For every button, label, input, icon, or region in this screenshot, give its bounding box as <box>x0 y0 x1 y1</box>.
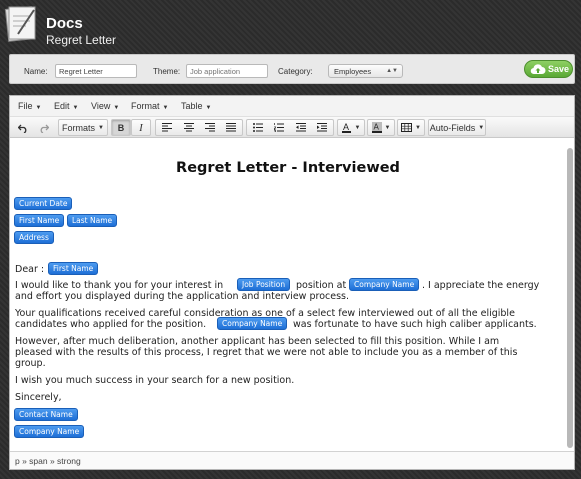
field-address[interactable]: Address <box>14 231 54 244</box>
outdent-icon <box>296 123 306 132</box>
field-current-date[interactable]: Current Date <box>14 197 73 210</box>
paragraph-text: I would like to thank you for your inter… <box>15 280 224 291</box>
theme-input[interactable] <box>186 64 268 78</box>
bold-icon: B <box>117 122 125 133</box>
field-job-position[interactable]: Job Position <box>237 278 291 291</box>
app-header: Docs Regret Letter <box>0 0 581 48</box>
field-company-name[interactable]: Company Name <box>217 317 288 330</box>
bullet-list-icon <box>253 123 263 132</box>
align-justify-icon <box>226 123 236 132</box>
field-last-name[interactable]: Last Name <box>67 214 118 227</box>
paragraph-text: candidates who applied for the position. <box>15 319 207 330</box>
numbered-list-icon <box>274 123 284 132</box>
paragraph-text: . I appreciate the energy <box>422 280 540 291</box>
closing-text: Sincerely, <box>15 392 62 403</box>
category-label: Category: <box>278 67 313 76</box>
paragraph-text: and effort you displayed during the appl… <box>15 291 349 302</box>
auto-fields-dropdown[interactable]: Auto-Fields ▼ <box>428 119 486 136</box>
menu-view[interactable]: View ▼ <box>91 101 119 111</box>
paragraph-text: However, after much deliberation, anothe… <box>15 336 500 347</box>
document-logo-icon <box>4 6 36 42</box>
redo-icon <box>40 124 49 133</box>
save-button[interactable]: Save <box>524 60 573 78</box>
align-right-button[interactable] <box>199 119 221 136</box>
menu-file[interactable]: File ▼ <box>18 101 41 111</box>
field-first-name[interactable]: First Name <box>14 214 65 227</box>
align-left-icon <box>162 123 172 132</box>
outdent-button[interactable] <box>290 119 312 136</box>
paragraph-text: pleased with the results of this process… <box>15 347 518 358</box>
svg-text:A: A <box>343 122 349 132</box>
save-label: Save <box>548 64 570 74</box>
align-center-icon <box>184 123 194 132</box>
paragraph-text: I wish you much success in your search f… <box>15 375 295 386</box>
editor-menubar: File ▼ Edit ▼ View ▼ Format ▼ Table ▼ <box>10 96 574 117</box>
align-center-button[interactable] <box>178 119 200 136</box>
table-button[interactable]: ▼ <box>397 119 425 136</box>
app-title: Docs <box>46 15 83 32</box>
editor-statusbar: p » span » strong <box>10 451 574 469</box>
document-body[interactable]: Regret Letter - Interviewed Current Date… <box>10 139 566 449</box>
field-company-name[interactable]: Company Name <box>349 278 420 291</box>
italic-icon: I <box>139 121 143 134</box>
document-title: Regret Letter <box>46 33 117 47</box>
rich-text-editor: File ▼ Edit ▼ View ▼ Format ▼ Table ▼ Formats… <box>9 95 575 470</box>
align-right-icon <box>205 123 215 132</box>
undo-button[interactable] <box>15 119 31 136</box>
salutation-text: Dear : <box>15 264 45 275</box>
undo-icon <box>18 124 27 133</box>
document-heading: Regret Letter - Interviewed <box>176 160 400 176</box>
text-color-button[interactable]: A ▼ <box>337 119 365 136</box>
paragraph-text: position at <box>296 280 347 291</box>
indent-icon <box>317 123 327 132</box>
cloud-upload-icon <box>530 64 546 75</box>
name-input[interactable] <box>55 64 137 78</box>
category-select[interactable]: Employees ▲▼ <box>328 64 403 78</box>
indent-button[interactable] <box>311 119 333 136</box>
category-selected-value: Employees <box>334 67 372 76</box>
formats-dropdown[interactable]: Formats ▼ <box>58 119 108 136</box>
select-arrows-icon: ▲▼ <box>386 68 398 74</box>
document-settings-bar: Name: Theme: Category: Employees ▲▼ <box>9 54 575 84</box>
align-left-button[interactable] <box>156 119 178 136</box>
table-icon <box>401 123 413 132</box>
field-company-name[interactable]: Company Name <box>14 425 85 438</box>
menu-table[interactable]: Table ▼ <box>181 101 211 111</box>
bullet-list-button[interactable] <box>247 119 269 136</box>
field-first-name[interactable]: First Name <box>48 262 99 275</box>
numbered-list-button[interactable] <box>268 119 290 136</box>
highlight-color-icon: A <box>371 122 382 133</box>
name-label: Name: <box>24 67 48 76</box>
theme-label: Theme: <box>153 67 181 76</box>
redo-button[interactable] <box>36 119 52 136</box>
field-contact-name[interactable]: Contact Name <box>14 408 78 421</box>
editor-toolbar: Formats ▼ B I A ▼ A ▼ ▼ Auto-Fields ▼ <box>10 117 574 138</box>
italic-button[interactable]: I <box>131 119 151 136</box>
text-color-icon: A <box>341 122 351 133</box>
justify-button[interactable] <box>220 119 242 136</box>
menu-format[interactable]: Format ▼ <box>131 101 168 111</box>
background-color-button[interactable]: A ▼ <box>367 119 395 136</box>
element-path: p » span » strong <box>15 456 81 466</box>
svg-text:A: A <box>373 123 379 132</box>
editor-scrollbar[interactable] <box>567 148 573 448</box>
bold-button[interactable]: B <box>111 119 131 136</box>
menu-edit[interactable]: Edit ▼ <box>54 101 78 111</box>
paragraph-text: was fortunate to have such high caliber … <box>293 319 537 330</box>
paragraph-text: group. <box>15 358 46 369</box>
